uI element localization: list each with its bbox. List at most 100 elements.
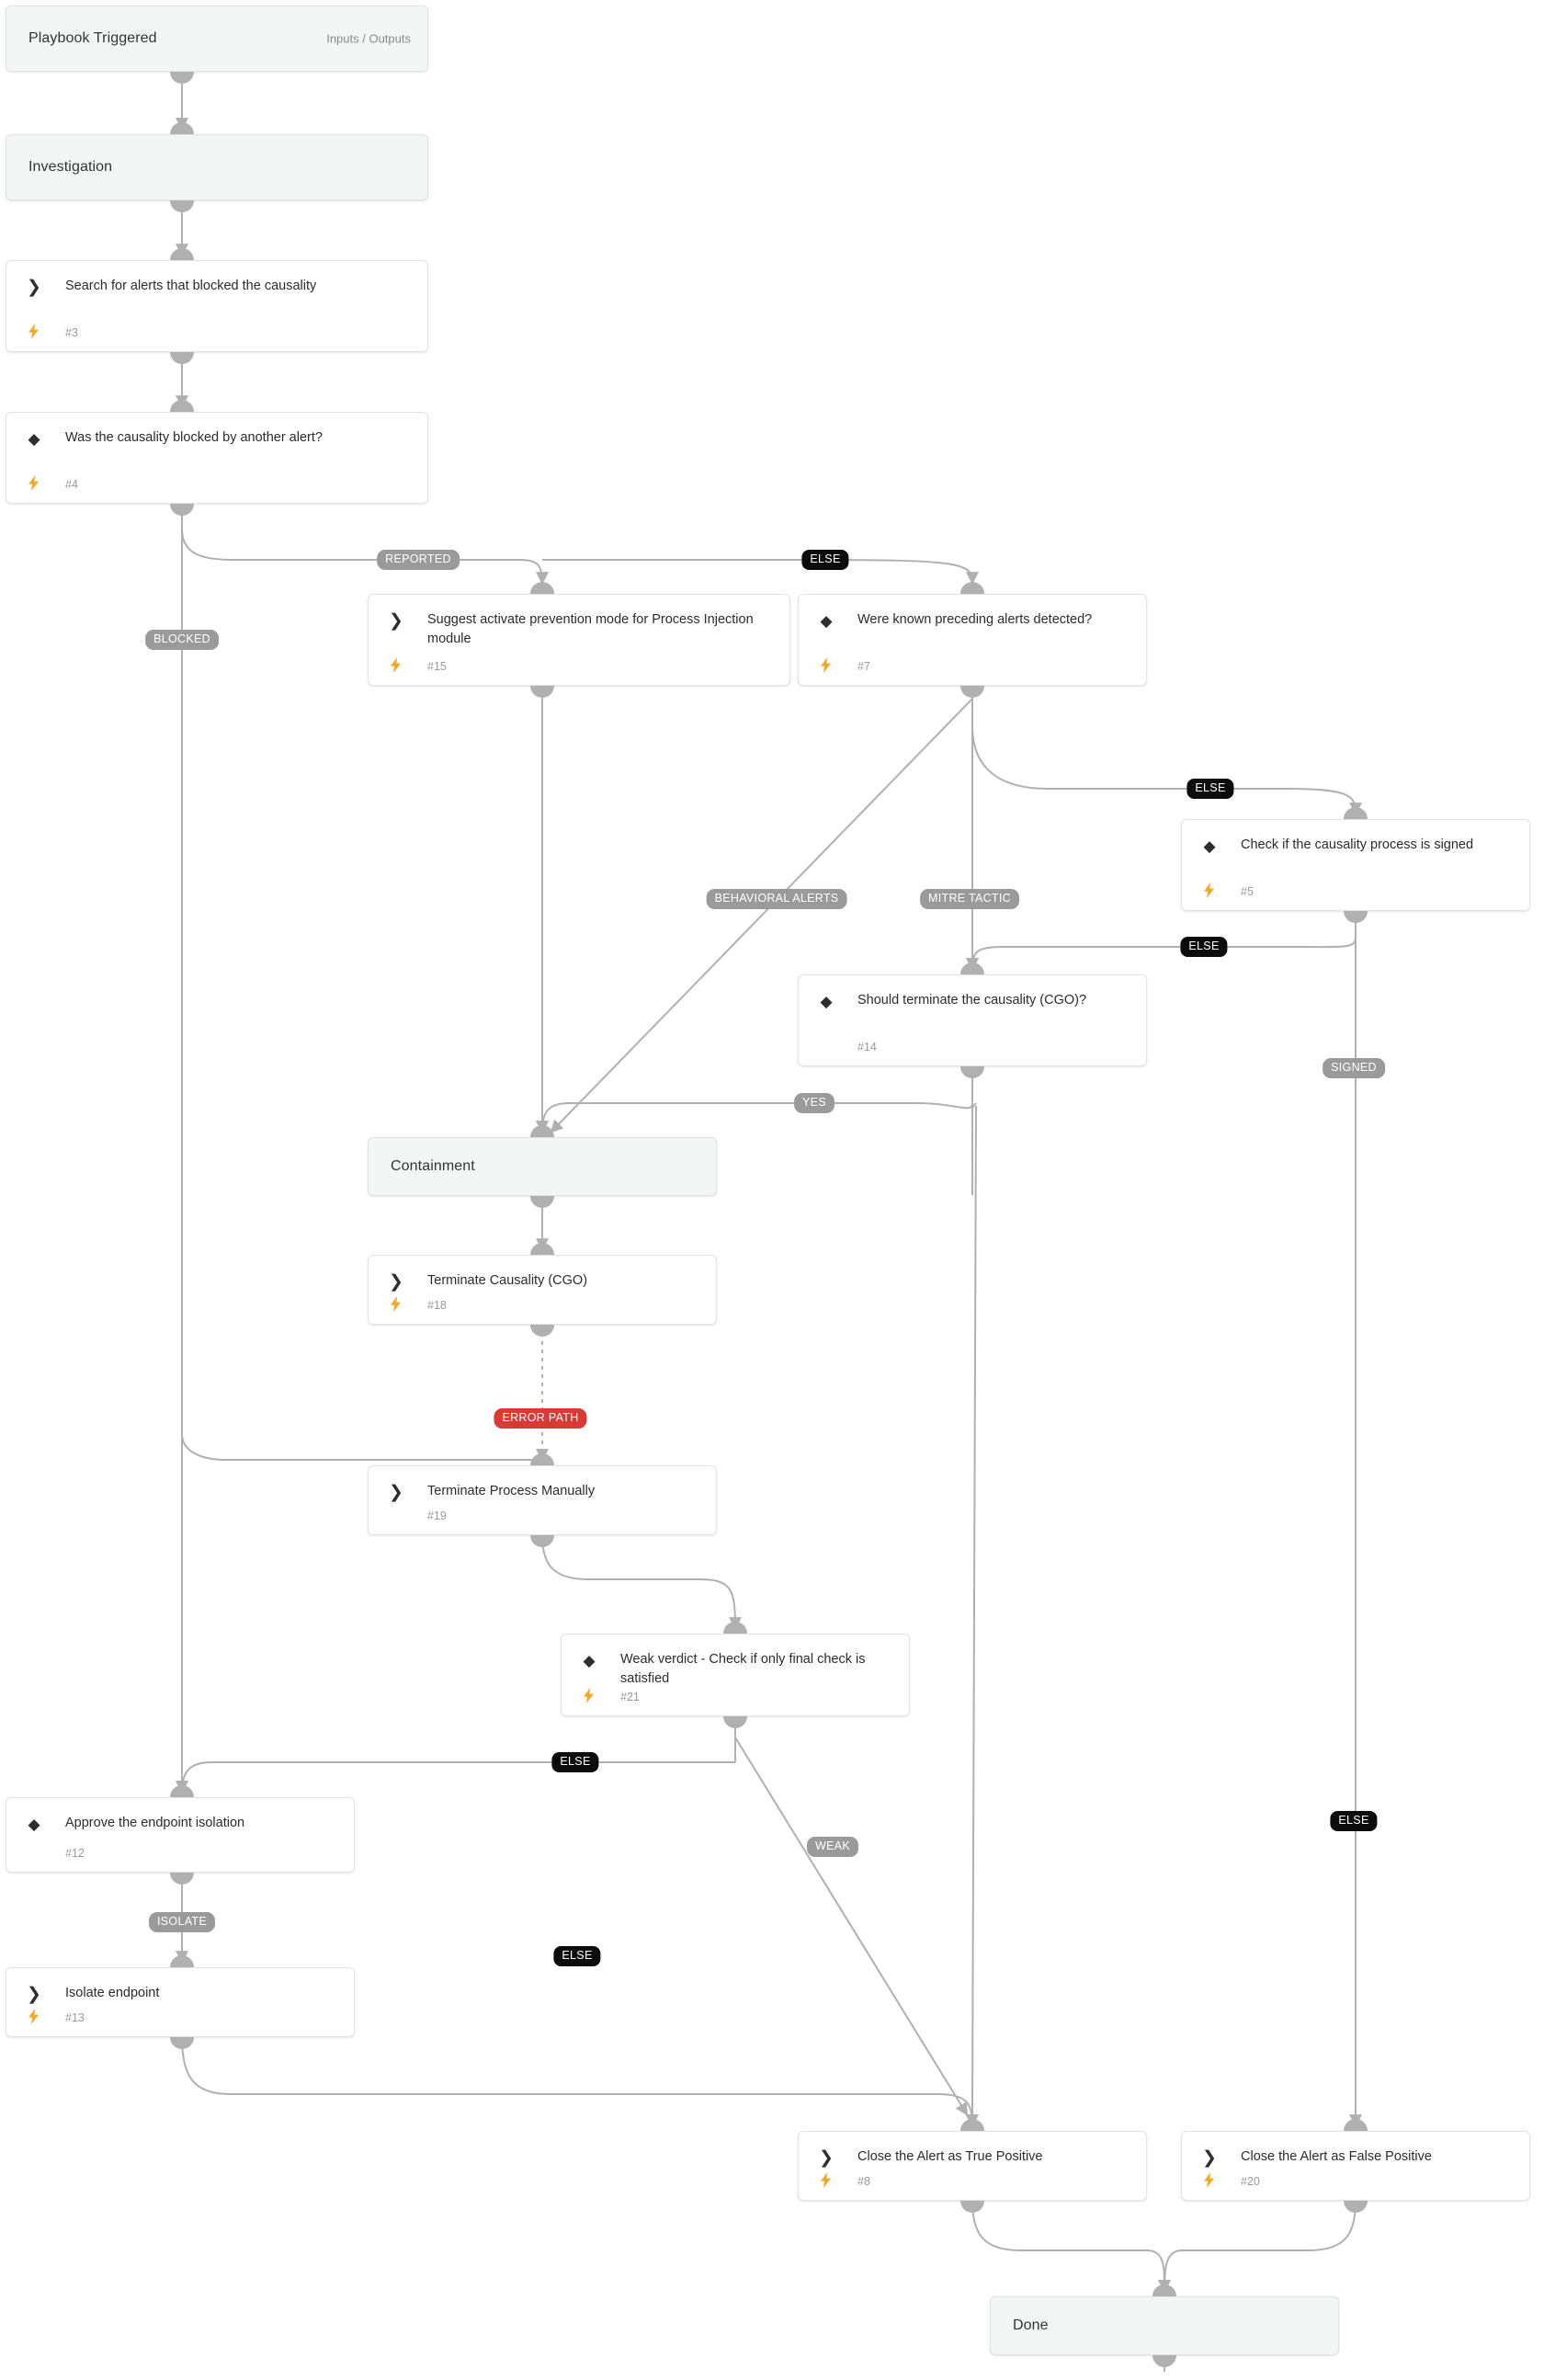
node-section-investigation[interactable]: Investigation: [6, 134, 428, 200]
node-condition-7[interactable]: ◆ Were known preceding alerts detected? …: [798, 594, 1147, 686]
edge-label-signed[interactable]: SIGNED: [1323, 1058, 1385, 1078]
bolt-icon: [387, 655, 403, 674]
port-bottom: [723, 1716, 747, 1728]
node-task-3[interactable]: ❯ Search for alerts that blocked the cau…: [6, 260, 428, 352]
edge-label-yes[interactable]: YES: [794, 1093, 834, 1113]
edge-label-else-3[interactable]: ELSE: [1180, 937, 1228, 957]
node-playbook-triggered[interactable]: Playbook Triggered Inputs / Outputs: [6, 6, 428, 72]
node-condition-12[interactable]: ◆ Approve the endpoint isolation #12: [6, 1797, 355, 1873]
port-bottom: [530, 686, 554, 698]
port-bottom: [170, 72, 194, 84]
task-arrow-icon: ❯: [1202, 2147, 1217, 2168]
port-top: [530, 582, 554, 594]
port-top: [1344, 2119, 1368, 2131]
node-title: Terminate Process Manually: [427, 1484, 596, 1498]
port-top: [530, 1453, 554, 1465]
node-id: #3: [65, 326, 78, 339]
node-id: #20: [1241, 2175, 1260, 2188]
node-title: Should terminate the causality (CGO)?: [857, 993, 1087, 1008]
bolt-icon: [25, 2007, 41, 2025]
condition-diamond-icon: ◆: [1203, 837, 1216, 855]
node-title: Suggest activate prevention mode for Pro…: [427, 612, 754, 646]
node-condition-5[interactable]: ◆ Check if the causality process is sign…: [1181, 819, 1530, 911]
node-id: #4: [65, 478, 78, 491]
port-top: [960, 582, 984, 594]
node-title: Check if the causality process is signed: [1241, 837, 1474, 852]
node-id: #8: [857, 2175, 870, 2188]
port-bottom: [1344, 2201, 1368, 2213]
playbook-canvas[interactable]: Playbook Triggered Inputs / Outputs Inve…: [0, 0, 1544, 2380]
node-task-18[interactable]: ❯ Terminate Causality (CGO) #18: [368, 1255, 717, 1325]
port-bottom: [170, 2037, 194, 2049]
bolt-icon: [25, 473, 41, 492]
port-bottom: [170, 504, 194, 516]
node-id: #13: [65, 2011, 85, 2024]
node-task-13[interactable]: ❯ Isolate endpoint #13: [6, 1967, 355, 2037]
port-bottom: [530, 1196, 554, 1208]
node-section-done[interactable]: Done: [990, 2296, 1339, 2355]
edge-label-reported[interactable]: REPORTED: [377, 550, 460, 570]
node-task-15[interactable]: ❯ Suggest activate prevention mode for P…: [368, 594, 790, 686]
node-title: Isolate endpoint: [65, 1986, 160, 2000]
edge-label-isolate[interactable]: ISOLATE: [149, 1912, 215, 1932]
edge-label-else-2[interactable]: ELSE: [1186, 779, 1234, 799]
bolt-icon: [817, 2170, 834, 2189]
inputs-outputs-label[interactable]: Inputs / Outputs: [326, 32, 411, 46]
condition-diamond-icon: ◆: [28, 429, 40, 448]
port-top: [170, 1785, 194, 1797]
port-bottom: [1152, 2355, 1176, 2367]
bolt-icon: [817, 655, 834, 674]
port-top: [960, 2119, 984, 2131]
node-condition-21[interactable]: ◆ Weak verdict - Check if only final che…: [561, 1634, 910, 1716]
node-title: Containment: [391, 1158, 475, 1174]
node-task-8[interactable]: ❯ Close the Alert as True Positive #8: [798, 2131, 1147, 2201]
node-condition-14[interactable]: ◆ Should terminate the causality (CGO)? …: [798, 974, 1147, 1066]
port-bottom: [170, 1873, 194, 1885]
node-task-20[interactable]: ❯ Close the Alert as False Positive #20: [1181, 2131, 1530, 2201]
node-id: #19: [427, 1509, 447, 1522]
bolt-icon: [1200, 2170, 1217, 2189]
condition-diamond-icon: ◆: [28, 1815, 40, 1833]
port-top: [530, 1243, 554, 1255]
condition-diamond-icon: ◆: [820, 611, 833, 630]
port-top: [530, 1125, 554, 1137]
task-arrow-icon: ❯: [389, 1271, 403, 1292]
node-title: Approve the endpoint isolation: [65, 1816, 245, 1830]
bolt-icon: [580, 1686, 596, 1704]
port-top: [1152, 2284, 1176, 2296]
bolt-icon: [1200, 881, 1217, 899]
edge-label-error-path[interactable]: ERROR PATH: [494, 1408, 587, 1429]
edge-label-weak[interactable]: WEAK: [806, 1837, 859, 1857]
port-bottom: [170, 200, 194, 212]
port-top: [170, 248, 194, 260]
node-title: Close the Alert as False Positive: [1241, 2149, 1432, 2164]
edge-label-else-4[interactable]: ELSE: [551, 1752, 599, 1772]
port-bottom: [960, 1066, 984, 1078]
node-title: Investigation: [28, 159, 113, 175]
node-task-19[interactable]: ❯ Terminate Process Manually #19: [368, 1465, 717, 1535]
node-section-containment[interactable]: Containment: [368, 1137, 717, 1196]
edge-label-else-1[interactable]: ELSE: [801, 550, 849, 570]
task-arrow-icon: ❯: [389, 610, 403, 631]
port-top: [1344, 807, 1368, 819]
edge-label-else-5[interactable]: ELSE: [553, 1946, 601, 1966]
node-id: #12: [65, 1847, 85, 1860]
edge-label-else-6[interactable]: ELSE: [1330, 1811, 1378, 1831]
port-bottom: [960, 2201, 984, 2213]
node-title: Done: [1013, 2317, 1049, 2333]
edge-label-behavioral-alerts[interactable]: BEHAVIORAL ALERTS: [706, 889, 847, 909]
condition-diamond-icon: ◆: [820, 992, 833, 1010]
edge-label-mitre-tactic[interactable]: MITRE TACTIC: [920, 889, 1019, 909]
edge-label-blocked[interactable]: BLOCKED: [145, 630, 219, 650]
node-title: Weak verdict - Check if only final check…: [620, 1652, 866, 1686]
node-id: #18: [427, 1299, 447, 1312]
node-condition-4[interactable]: ◆ Was the causality blocked by another a…: [6, 412, 428, 504]
node-id: #14: [857, 1041, 877, 1053]
port-bottom: [530, 1535, 554, 1547]
port-top: [170, 1955, 194, 1967]
port-top: [960, 962, 984, 974]
bolt-icon: [25, 322, 41, 340]
node-id: #7: [857, 660, 870, 673]
node-id: #5: [1241, 885, 1254, 898]
port-top: [170, 122, 194, 134]
